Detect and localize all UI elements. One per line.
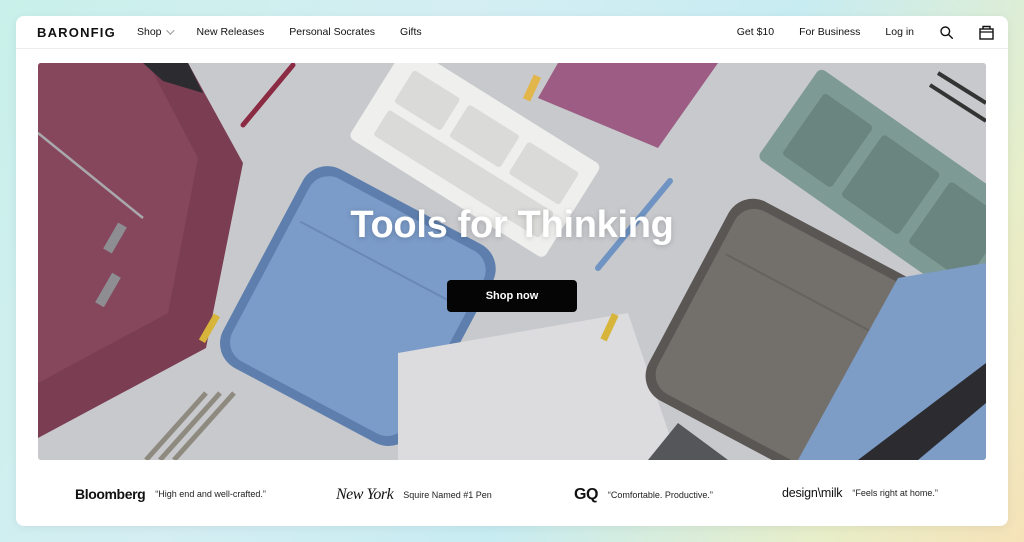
press-item-bloomberg: Bloomberg “High end and well-crafted.” (75, 486, 266, 502)
press-item-new-york: New York Squire Named #1 Pen (336, 486, 492, 504)
shop-now-button[interactable]: Shop now (447, 280, 577, 312)
press-quote: “High end and well-crafted.” (155, 489, 266, 499)
nav-for-business[interactable]: For Business (799, 26, 860, 38)
chevron-down-icon (165, 26, 175, 35)
secondary-nav: Get $10 For Business Log in (712, 23, 994, 41)
press-quote: “Comfortable. Productive.” (607, 490, 713, 500)
nav-shop-label: Shop (137, 26, 162, 38)
press-quote: Squire Named #1 Pen (403, 490, 492, 500)
gq-logo: GQ (574, 486, 598, 503)
press-item-design-milk: design\milk “Feels right at home.” (782, 486, 938, 500)
bloomberg-logo: Bloomberg (75, 486, 146, 502)
brand-logo[interactable]: BARONFIG (37, 25, 116, 40)
hero-title: Tools for Thinking (350, 204, 674, 246)
bag-icon[interactable] (978, 23, 994, 41)
hero-product-image (38, 63, 986, 460)
primary-nav: Shop New Releases Personal Socrates Gift… (137, 26, 447, 38)
nav-gifts[interactable]: Gifts (400, 26, 422, 38)
nav-get-10[interactable]: Get $10 (737, 26, 774, 38)
press-item-gq: GQ “Comfortable. Productive.” (574, 486, 713, 504)
browser-page: BARONFIG Shop New Releases Personal Socr… (16, 16, 1008, 526)
nav-log-in[interactable]: Log in (885, 26, 914, 38)
nav-new-releases[interactable]: New Releases (197, 26, 265, 38)
search-icon[interactable] (938, 23, 954, 41)
press-bar: Bloomberg “High end and well-crafted.” N… (16, 471, 1008, 521)
hero-banner: Tools for Thinking Shop now (38, 63, 986, 460)
new-york-logo: New York (336, 486, 394, 503)
site-header: BARONFIG Shop New Releases Personal Socr… (16, 16, 1008, 49)
press-quote: “Feels right at home.” (852, 488, 938, 498)
nav-personal-socrates[interactable]: Personal Socrates (289, 26, 375, 38)
design-milk-logo: design\milk (782, 486, 843, 500)
nav-shop[interactable]: Shop (137, 26, 175, 38)
